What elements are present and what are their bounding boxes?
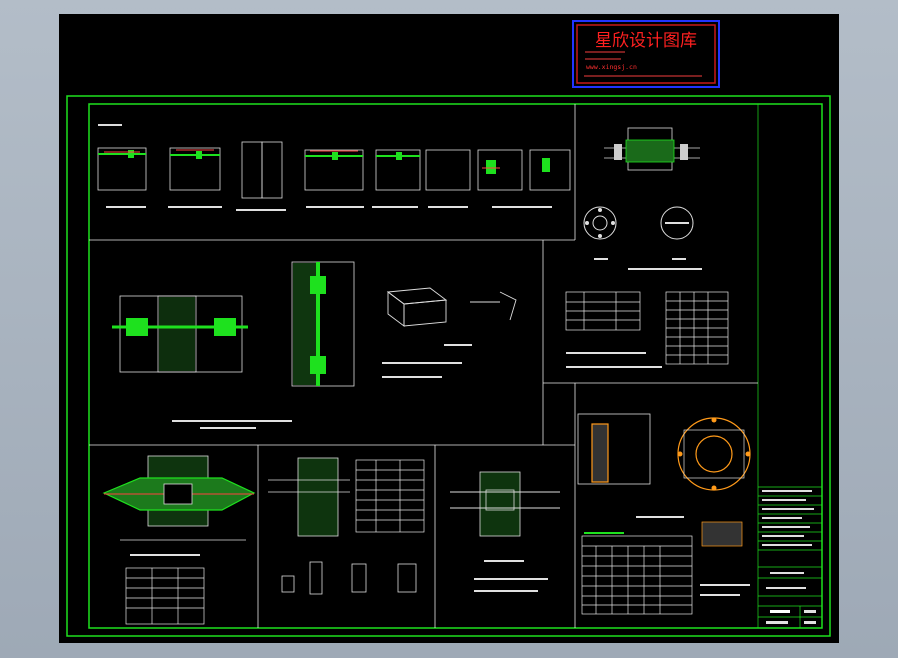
cad-viewport: 星欣设计图库 www.xingsj.cn — [0, 0, 898, 658]
cad-drawing[interactable]: 星欣设计图库 www.xingsj.cn — [0, 0, 898, 658]
watermark: 星欣设计图库 www.xingsj.cn — [572, 20, 720, 88]
watermark-website: www.xingsj.cn — [586, 63, 637, 71]
watermark-title: 星欣设计图库 — [595, 31, 697, 51]
